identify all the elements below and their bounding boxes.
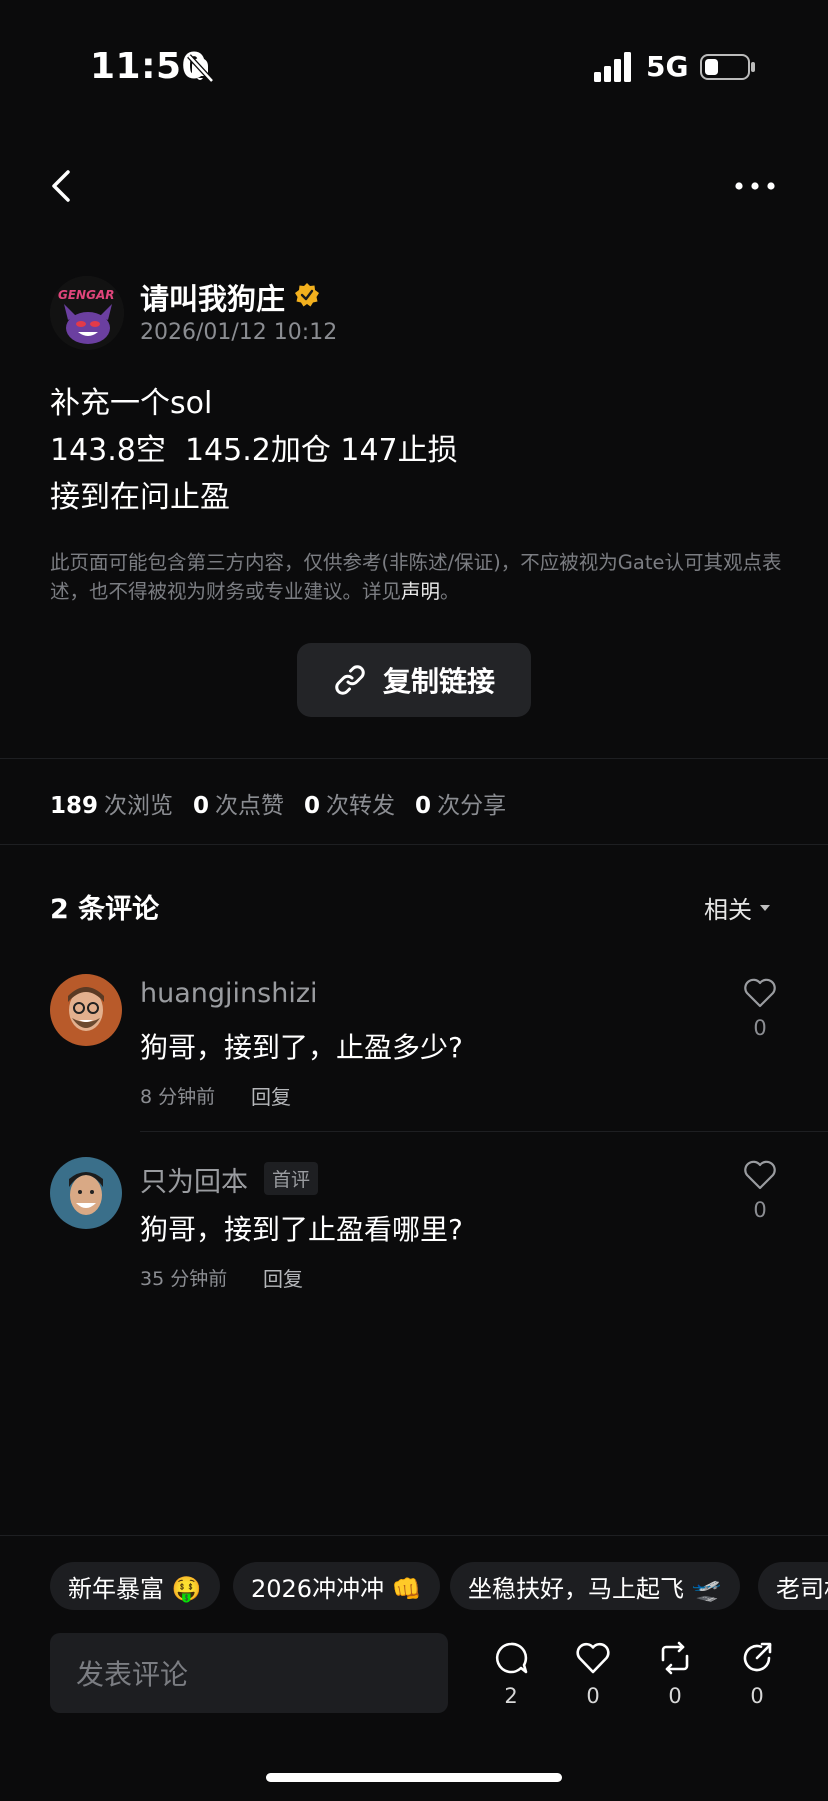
comment-text: 狗哥，接到了止盈看哪里? — [140, 1213, 463, 1246]
comment-icon — [495, 1642, 528, 1674]
comment-time: 35 分钟前 — [140, 1268, 228, 1290]
copy-link-label: 复制链接 — [382, 665, 495, 698]
comment-like-count: 0 — [753, 1016, 767, 1040]
copy-link-button[interactable]: 复制链接 — [297, 643, 531, 717]
first-comment-badge: 首评 — [264, 1162, 319, 1195]
repost-action[interactable]: 0 — [651, 1640, 699, 1708]
quick-reply-chip[interactable]: 2026冲冲冲 👊 — [233, 1562, 440, 1610]
link-icon — [335, 665, 365, 695]
views-count: 189 — [50, 793, 99, 819]
quick-reply-chip[interactable]: 坐稳扶好，马上起飞 🛫 — [450, 1562, 740, 1610]
shares-count: 0 — [415, 793, 432, 819]
repost-icon — [661, 1641, 689, 1675]
post-date: 2026/01/12 10:12 — [140, 320, 338, 345]
comment-like-count: 0 — [753, 1198, 767, 1222]
share-action[interactable]: 0 — [733, 1640, 781, 1708]
reply-button[interactable]: 回复 — [251, 1081, 291, 1110]
user-avatar-image — [50, 1157, 122, 1229]
comment-time: 8 分钟前 — [140, 1086, 216, 1108]
views-label: 次浏览 — [104, 793, 174, 819]
comment-avatar[interactable] — [50, 1157, 122, 1229]
post-line: 补充一个sol — [50, 386, 213, 421]
repost-count: 0 — [668, 1684, 682, 1708]
author-avatar[interactable]: GENGAR — [50, 276, 124, 350]
divider — [0, 1535, 828, 1536]
comment-username[interactable]: huangjinshizi — [140, 978, 318, 1009]
comment-count: 2 — [504, 1684, 518, 1708]
like-action[interactable]: 0 — [569, 1640, 617, 1708]
disclaimer-end: 。 — [440, 580, 460, 603]
disclaimer-text: 此页面可能包含第三方内容，仅供参考(非陈述/保证)，不应被视为Gate认可其观点… — [50, 548, 784, 606]
heart-icon[interactable] — [743, 978, 777, 1008]
bell-slash-icon — [187, 54, 214, 83]
signal-icon — [594, 52, 631, 82]
like-count: 0 — [586, 1684, 600, 1708]
caret-down-icon — [760, 904, 770, 911]
divider — [140, 1131, 828, 1132]
post-stats: 189 次浏览 0 次点赞 0 次转发 0 次分享 — [50, 786, 510, 820]
quick-reply-chip[interactable]: 老司机 — [758, 1562, 828, 1610]
avatar-logo-text: GENGAR — [58, 288, 115, 302]
battery-icon — [700, 54, 755, 80]
likes-count: 0 — [193, 793, 210, 819]
divider — [0, 758, 828, 759]
quick-reply-chip[interactable]: 新年暴富 🤑 — [50, 1562, 220, 1610]
back-chevron-icon[interactable] — [46, 168, 78, 204]
heart-icon — [576, 1642, 610, 1674]
comments-title: 2 条评论 — [50, 894, 160, 925]
comment-text: 狗哥，接到了，止盈多少? — [140, 1031, 463, 1064]
reposts-count: 0 — [304, 793, 321, 819]
comment-username[interactable]: 只为回本 — [140, 1160, 248, 1199]
network-label: 5G — [646, 50, 689, 83]
home-indicator[interactable] — [266, 1773, 562, 1782]
likes-label: 次点赞 — [215, 793, 285, 819]
reply-button[interactable]: 回复 — [263, 1263, 303, 1292]
sort-label: 相关 — [704, 896, 752, 924]
share-count: 0 — [750, 1684, 764, 1708]
heart-icon[interactable] — [743, 1160, 777, 1190]
comment-avatar[interactable] — [50, 974, 122, 1046]
comment-input[interactable]: 发表评论 — [50, 1633, 448, 1713]
post-line: 143.8空 145.2加仓 147止损 — [50, 433, 458, 468]
sort-dropdown[interactable]: 相关 — [704, 890, 772, 925]
user-avatar-image — [50, 974, 122, 1046]
shares-label: 次分享 — [437, 793, 507, 819]
more-icon[interactable] — [734, 180, 776, 192]
verified-badge-icon — [295, 283, 319, 307]
comment-action[interactable]: 2 — [487, 1640, 535, 1708]
share-icon — [743, 1642, 772, 1672]
divider — [0, 844, 828, 845]
post-line: 接到在问止盈 — [50, 480, 230, 515]
post-body: 补充一个sol 143.8空 145.2加仓 147止损 接到在问止盈 — [50, 380, 458, 521]
reposts-label: 次转发 — [326, 793, 396, 819]
disclaimer-link[interactable]: 声明 — [401, 580, 440, 603]
author-name[interactable]: 请叫我狗庄 — [140, 276, 285, 318]
